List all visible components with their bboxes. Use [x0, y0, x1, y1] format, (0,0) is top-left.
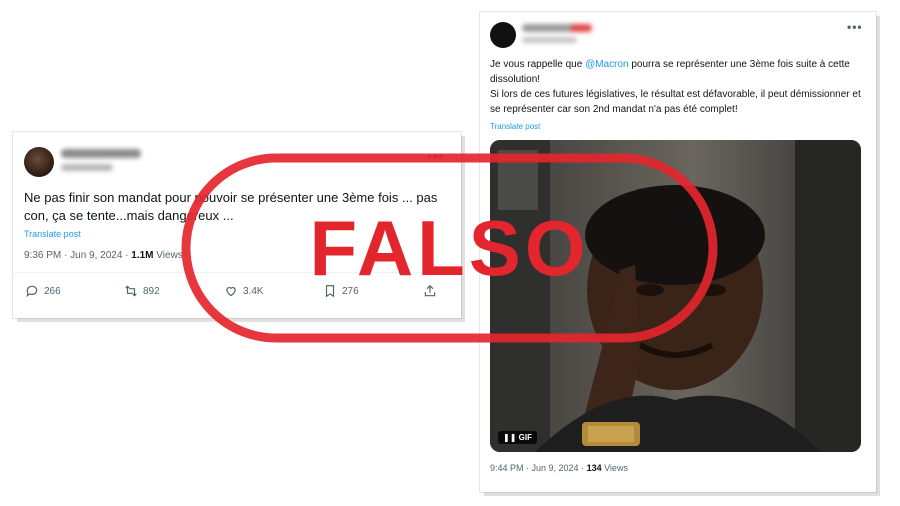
reply-button[interactable]: 266 — [25, 284, 61, 298]
repost-count: 892 — [143, 285, 160, 297]
repost-button[interactable]: 892 — [124, 284, 160, 298]
stamp-label: FALSO — [309, 203, 590, 292]
falso-stamp: FALSO — [178, 150, 721, 346]
reply-count: 266 — [44, 285, 61, 297]
tweet-text-start: Je vous rappelle que — [490, 59, 586, 70]
pause-icon: ❚❚ — [503, 433, 517, 442]
views-label: Views — [601, 463, 628, 473]
tweet-meta: 9:36 PM · Jun 9, 2024 · 1.1M Views — [24, 250, 183, 261]
gif-badge-label: GIF — [518, 433, 532, 442]
reply-icon — [26, 285, 38, 298]
more-options-icon[interactable]: ••• — [847, 20, 863, 34]
tweet-text-line2: Si lors de ces futures législatives, le … — [490, 89, 861, 115]
tweet-text: Je vous rappelle que @Macron pourra se r… — [490, 57, 866, 117]
redacted-display-name — [522, 24, 592, 32]
redacted-display-name — [61, 149, 141, 158]
views-count: 1.1M — [131, 250, 154, 261]
tweet-timestamp[interactable]: 9:36 PM · Jun 9, 2024 · — [24, 250, 131, 261]
redacted-handle — [61, 164, 113, 171]
mention-link[interactable]: @Macron — [585, 59, 629, 70]
views-count: 134 — [586, 463, 602, 473]
avatar[interactable] — [24, 147, 54, 177]
translate-post-link[interactable]: Translate post — [24, 229, 81, 239]
tweet-timestamp[interactable]: 9:44 PM · Jun 9, 2024 · — [490, 463, 587, 473]
tweet-meta: 9:44 PM · Jun 9, 2024 · 134 Views — [490, 463, 628, 473]
redacted-handle — [522, 37, 577, 43]
avatar[interactable] — [490, 22, 516, 48]
translate-post-link[interactable]: Translate post — [490, 122, 540, 131]
repost-icon — [125, 285, 137, 297]
gif-badge[interactable]: ❚❚ GIF — [498, 431, 537, 444]
